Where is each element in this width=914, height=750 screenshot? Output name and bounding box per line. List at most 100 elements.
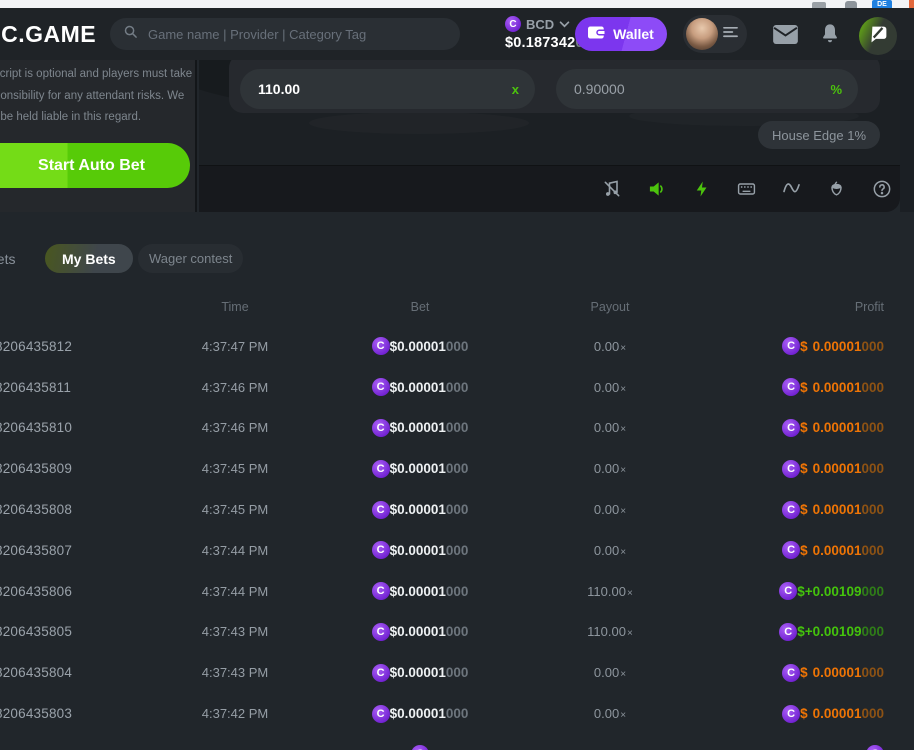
bcd-coin-icon: C <box>782 541 800 559</box>
bet-amount: C$0.00001000 <box>300 378 540 396</box>
bcd-coin-icon: C <box>782 705 800 723</box>
payout-multiplier: 0.00× <box>540 543 680 558</box>
bcd-coin-icon: C <box>866 745 884 750</box>
screen: DE BC.GAME C BCD $0.18734200 <box>0 0 914 750</box>
percent-suffix: % <box>830 82 842 97</box>
profit-amount: C$+0.00109000 <box>680 623 914 641</box>
bet-header: Bet <box>300 300 540 314</box>
bcd-coin-icon: C <box>782 501 800 519</box>
bet-id: 8206435804 <box>0 665 170 680</box>
tab-wager-contest[interactable]: Wager contest <box>138 244 243 273</box>
start-auto-bet-button[interactable]: Start Auto Bet <box>0 143 190 188</box>
payout-multiplier: 0.00× <box>540 420 680 435</box>
profit-amount: C$0.00001000 <box>680 705 914 723</box>
game-search[interactable] <box>110 18 460 50</box>
site-header: BC.GAME C BCD $0.18734200 Wallet <box>0 8 914 60</box>
hotkeys-icon[interactable] <box>736 179 757 200</box>
table-row[interactable]: 82064358124:37:47 PMC$0.000010000.00×C$0… <box>0 326 914 367</box>
bcd-coin-icon: C <box>505 16 521 32</box>
sound-on-icon[interactable] <box>646 179 667 200</box>
multiplier-x-suffix: x <box>512 82 519 97</box>
multiply-icon: × <box>620 424 626 435</box>
profit-amount: C$0.00001000 <box>680 664 914 682</box>
table-row[interactable]: 82064358034:37:42 PMC$0.000010000.00×C$0… <box>0 693 914 734</box>
bet-time: 4:37:45 PM <box>170 502 300 517</box>
bet-time: 4:37:45 PM <box>170 461 300 476</box>
chat-toggle-button[interactable] <box>859 17 897 55</box>
table-row[interactable]: 82064358114:37:46 PMC$0.000010000.00×C$0… <box>0 367 914 408</box>
profit-amount: C <box>680 745 914 750</box>
table-row[interactable]: 82064358064:37:44 PMC$0.00001000110.00×C… <box>0 571 914 612</box>
bcd-coin-icon: C <box>372 623 390 641</box>
payout-multiplier: 0.00× <box>540 502 680 517</box>
translator-extension-badge[interactable]: DE <box>872 0 892 8</box>
payout-multiplier: 0.00× <box>540 665 680 680</box>
game-footer-toolbar <box>199 165 900 212</box>
bcd-coin-icon: C <box>372 501 390 519</box>
bet-amount: C$0.00001000 <box>300 582 540 600</box>
profit-amount: C$0.00001000 <box>680 501 914 519</box>
seed-icon[interactable] <box>826 179 847 200</box>
extension-icon[interactable] <box>845 1 857 8</box>
trends-icon[interactable] <box>781 179 802 200</box>
bets-section: All Bets My BetsWager contest Time Bet Pa… <box>0 212 914 750</box>
multiply-icon: × <box>620 343 626 354</box>
music-off-icon[interactable] <box>601 179 622 200</box>
bets-tabs: All Bets My BetsWager contest <box>0 212 914 284</box>
payout-multiplier-field[interactable]: x <box>240 69 535 109</box>
bc-game-logo[interactable]: BC.GAME <box>0 21 96 48</box>
table-row[interactable]: 82064358074:37:44 PMC$0.000010000.00×C$0… <box>0 530 914 571</box>
bet-time: 4:37:43 PM <box>170 665 300 680</box>
bet-id: 8206435810 <box>0 420 170 435</box>
avatar <box>686 18 718 50</box>
payout-multiplier-input[interactable] <box>256 80 504 98</box>
payout-multiplier: 0.00× <box>540 339 680 354</box>
table-row[interactable]: CC <box>0 734 914 750</box>
notifications-button[interactable] <box>820 22 840 48</box>
bet-time: 4:37:46 PM <box>170 420 300 435</box>
bcd-coin-icon: C <box>372 337 390 355</box>
table-header: Time Bet Payout Profit <box>0 300 914 314</box>
bet-amount: C$0.00001000 <box>300 419 540 437</box>
background-shape <box>309 112 529 134</box>
bet-amount: C <box>300 745 540 750</box>
table-row[interactable]: 82064358054:37:43 PMC$0.00001000110.00×C… <box>0 612 914 653</box>
bcd-coin-icon: C <box>372 541 390 559</box>
bets-table-body: 82064358124:37:47 PMC$0.000010000.00×C$0… <box>0 326 914 750</box>
search-icon <box>123 24 138 44</box>
auto-bet-panel: script is optional and players must take… <box>0 60 197 212</box>
table-row[interactable]: 82064358094:37:45 PMC$0.000010000.00×C$0… <box>0 448 914 489</box>
bcd-coin-icon: C <box>779 623 797 641</box>
profit-amount: C$0.00001000 <box>680 541 914 559</box>
bet-amount: C$0.00001000 <box>300 664 540 682</box>
bet-id: 8206435812 <box>0 339 170 354</box>
profit-amount: C$0.00001000 <box>680 337 914 355</box>
help-icon[interactable] <box>871 179 892 200</box>
wallet-button[interactable]: Wallet <box>575 17 667 51</box>
bcd-coin-icon: C <box>782 419 800 437</box>
multiply-icon: × <box>620 384 626 395</box>
tab-all-bets[interactable]: All Bets <box>0 244 33 273</box>
search-input[interactable] <box>146 26 447 43</box>
bcd-coin-icon: C <box>372 378 390 396</box>
profile-menu[interactable] <box>683 15 747 53</box>
win-chance-field[interactable]: % <box>556 69 858 109</box>
table-row[interactable]: 82064358044:37:43 PMC$0.000010000.00×C$0… <box>0 652 914 693</box>
profit-amount: C$0.00001000 <box>680 460 914 478</box>
profit-amount: C$+0.00109000 <box>680 582 914 600</box>
table-row[interactable]: 82064358104:37:46 PMC$0.000010000.00×C$0… <box>0 408 914 449</box>
turbo-bet-icon[interactable] <box>691 179 712 200</box>
wallet-icon <box>588 25 606 43</box>
win-chance-input[interactable] <box>572 80 822 98</box>
bet-amount: C$0.00001000 <box>300 705 540 723</box>
table-row[interactable]: 82064358084:37:45 PMC$0.000010000.00×C$0… <box>0 489 914 530</box>
messages-button[interactable] <box>773 25 798 47</box>
bcd-coin-icon: C <box>782 664 800 682</box>
chat-icon <box>868 24 889 48</box>
multiply-icon: × <box>627 628 633 639</box>
multiply-icon: × <box>620 669 626 680</box>
page-gutter <box>900 60 914 212</box>
bet-id: 8206435805 <box>0 624 170 639</box>
extension-icon[interactable] <box>909 0 914 8</box>
tab-my-bets[interactable]: My Bets <box>45 244 133 273</box>
